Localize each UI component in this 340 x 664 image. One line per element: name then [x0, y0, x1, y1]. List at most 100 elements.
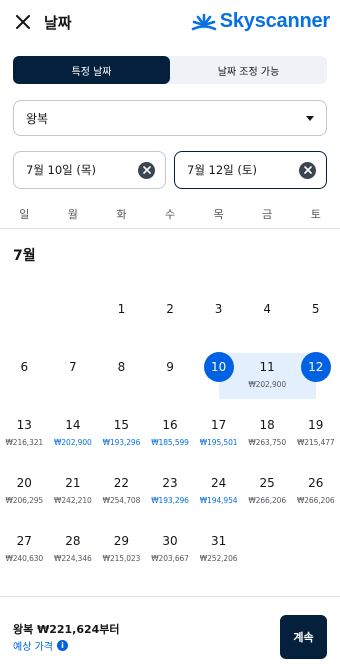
day-number: 16: [162, 418, 178, 432]
tab-flexible-dates[interactable]: 날짜 조정 가능: [170, 56, 327, 84]
weekday-label: 월: [67, 208, 78, 221]
calendar-day[interactable]: 20 ₩206,295: [0, 468, 49, 526]
empty-day: [291, 526, 340, 584]
calendar-day[interactable]: 24 ₩194,954: [194, 468, 243, 526]
calendar-week: 1 2 3 4 5: [0, 294, 340, 352]
brand-logo: Skyscanner: [191, 10, 330, 33]
calendar-day[interactable]: 27 ₩240,630: [0, 526, 49, 584]
calendar-day[interactable]: 29 ₩215,023: [97, 526, 146, 584]
date-fields: 7월 10일 (목) 7월 12일 (토): [13, 151, 327, 189]
calendar-day[interactable]: 19 ₩215,477: [291, 410, 340, 468]
return-date-value: 7월 12일 (토): [187, 163, 257, 177]
calendar-day[interactable]: 26 ₩266,206: [291, 468, 340, 526]
day-number: 14: [65, 418, 81, 432]
calendar-day[interactable]: 16 ₩185,599: [146, 410, 195, 468]
day-price: ₩254,708: [102, 496, 141, 505]
header: 날짜 Skyscanner: [0, 0, 340, 44]
calendar-day[interactable]: 17 ₩195,501: [194, 410, 243, 468]
day-number: 28: [65, 534, 81, 548]
day-number: 10: [203, 352, 234, 382]
weekday-label: 수: [164, 208, 176, 221]
calendar-day[interactable]: 5: [291, 294, 340, 352]
day-price: ₩266,206: [296, 496, 335, 505]
price-summary: 왕복 ₩221,624부터: [13, 623, 120, 636]
calendar-day[interactable]: 23 ₩193,296: [146, 468, 195, 526]
calendar-day[interactable]: 3: [194, 294, 243, 352]
clear-icon[interactable]: [138, 161, 155, 179]
day-number: 20: [16, 476, 32, 490]
calendar-day[interactable]: 8: [97, 352, 146, 410]
day-number: 21: [65, 476, 81, 490]
date-mode-toggle: 특정 날짜 날짜 조정 가능: [13, 56, 327, 84]
calendar-day[interactable]: 9: [146, 352, 195, 410]
tab-specific-dates[interactable]: 특정 날짜: [13, 56, 170, 84]
page-title: 날짜: [44, 13, 72, 32]
day-number: 15: [113, 418, 130, 432]
trip-type-value: 왕복: [26, 111, 49, 126]
day-number: 9: [166, 360, 174, 374]
day-price: ₩240,630: [5, 554, 44, 563]
day-price: ₩252,206: [199, 554, 238, 563]
calendar-day[interactable]: 15 ₩193,296: [97, 410, 146, 468]
info-icon[interactable]: i: [56, 640, 68, 651]
brand-name: Skyscanner: [219, 10, 330, 32]
month-label: 7월: [13, 248, 36, 264]
day-number: 13: [16, 418, 32, 432]
calendar-day[interactable]: 31 ₩252,206: [194, 526, 243, 584]
day-price: ₩206,295: [5, 496, 44, 505]
day-price: ₩202,900: [54, 438, 92, 447]
day-number: 19: [308, 418, 324, 432]
day-number: 23: [162, 476, 178, 490]
day-price: ₩193,296: [151, 496, 189, 505]
weekday-label: 목: [213, 208, 224, 221]
calendar-day[interactable]: 22 ₩254,708: [97, 468, 146, 526]
day-price: ₩216,321: [5, 438, 44, 447]
calendar-day[interactable]: 7: [49, 352, 98, 410]
empty-day: [49, 294, 98, 352]
sunburst-icon: [191, 13, 217, 30]
day-price: ₩263,750: [248, 438, 286, 447]
day-number: 18: [259, 418, 275, 432]
day-number: 29: [113, 534, 130, 548]
day-number: 2: [166, 302, 174, 316]
weekday-label: 화: [116, 208, 127, 221]
estimated-price-link[interactable]: 예상 가격 i: [13, 638, 68, 653]
calendar-day[interactable]: 30 ₩203,667: [146, 526, 195, 584]
chevron-down-icon: [306, 115, 314, 121]
day-number: 31: [210, 534, 227, 548]
day-number: 3: [214, 302, 223, 316]
day-number: 25: [259, 476, 275, 490]
depart-date-field[interactable]: 7월 10일 (목): [13, 151, 166, 189]
calendar-day[interactable]: 4: [243, 294, 292, 352]
continue-button[interactable]: 계속: [280, 615, 327, 659]
day-number: 17: [210, 418, 227, 432]
clear-icon[interactable]: [299, 161, 316, 179]
day-price: ₩242,210: [54, 496, 92, 505]
calendar-day[interactable]: 14 ₩202,900: [49, 410, 98, 468]
calendar-day[interactable]: 6: [0, 352, 49, 410]
calendar-day[interactable]: 2: [146, 294, 195, 352]
close-icon[interactable]: [12, 11, 34, 33]
calendar-day[interactable]: 18 ₩263,750: [243, 410, 292, 468]
weekday-header: 일 월 화 수 목 금 토: [0, 206, 340, 229]
calendar-day[interactable]: 13 ₩216,321: [0, 410, 49, 468]
day-number: 7: [69, 360, 77, 374]
return-date-field[interactable]: 7월 12일 (토): [174, 151, 327, 189]
day-number: 1: [117, 302, 126, 316]
day-number: 12: [300, 352, 331, 382]
empty-day: [0, 294, 49, 352]
trip-type-select[interactable]: 왕복: [13, 100, 327, 136]
calendar-day[interactable]: 1: [97, 294, 146, 352]
calendar-day[interactable]: 21 ₩242,210: [49, 468, 98, 526]
calendar-day[interactable]: 25 ₩266,206: [243, 468, 292, 526]
day-number: 30: [162, 534, 178, 548]
day-number: 11: [259, 360, 275, 374]
day-price: ₩194,954: [199, 496, 238, 505]
day-price: ₩193,296: [102, 438, 141, 447]
day-number: 22: [113, 476, 130, 490]
empty-day: [243, 526, 292, 584]
weekday-label: 토: [310, 208, 321, 221]
day-price: ₩195,501: [199, 438, 238, 447]
calendar-day[interactable]: 28 ₩224,346: [49, 526, 98, 584]
day-number: 8: [117, 360, 126, 374]
